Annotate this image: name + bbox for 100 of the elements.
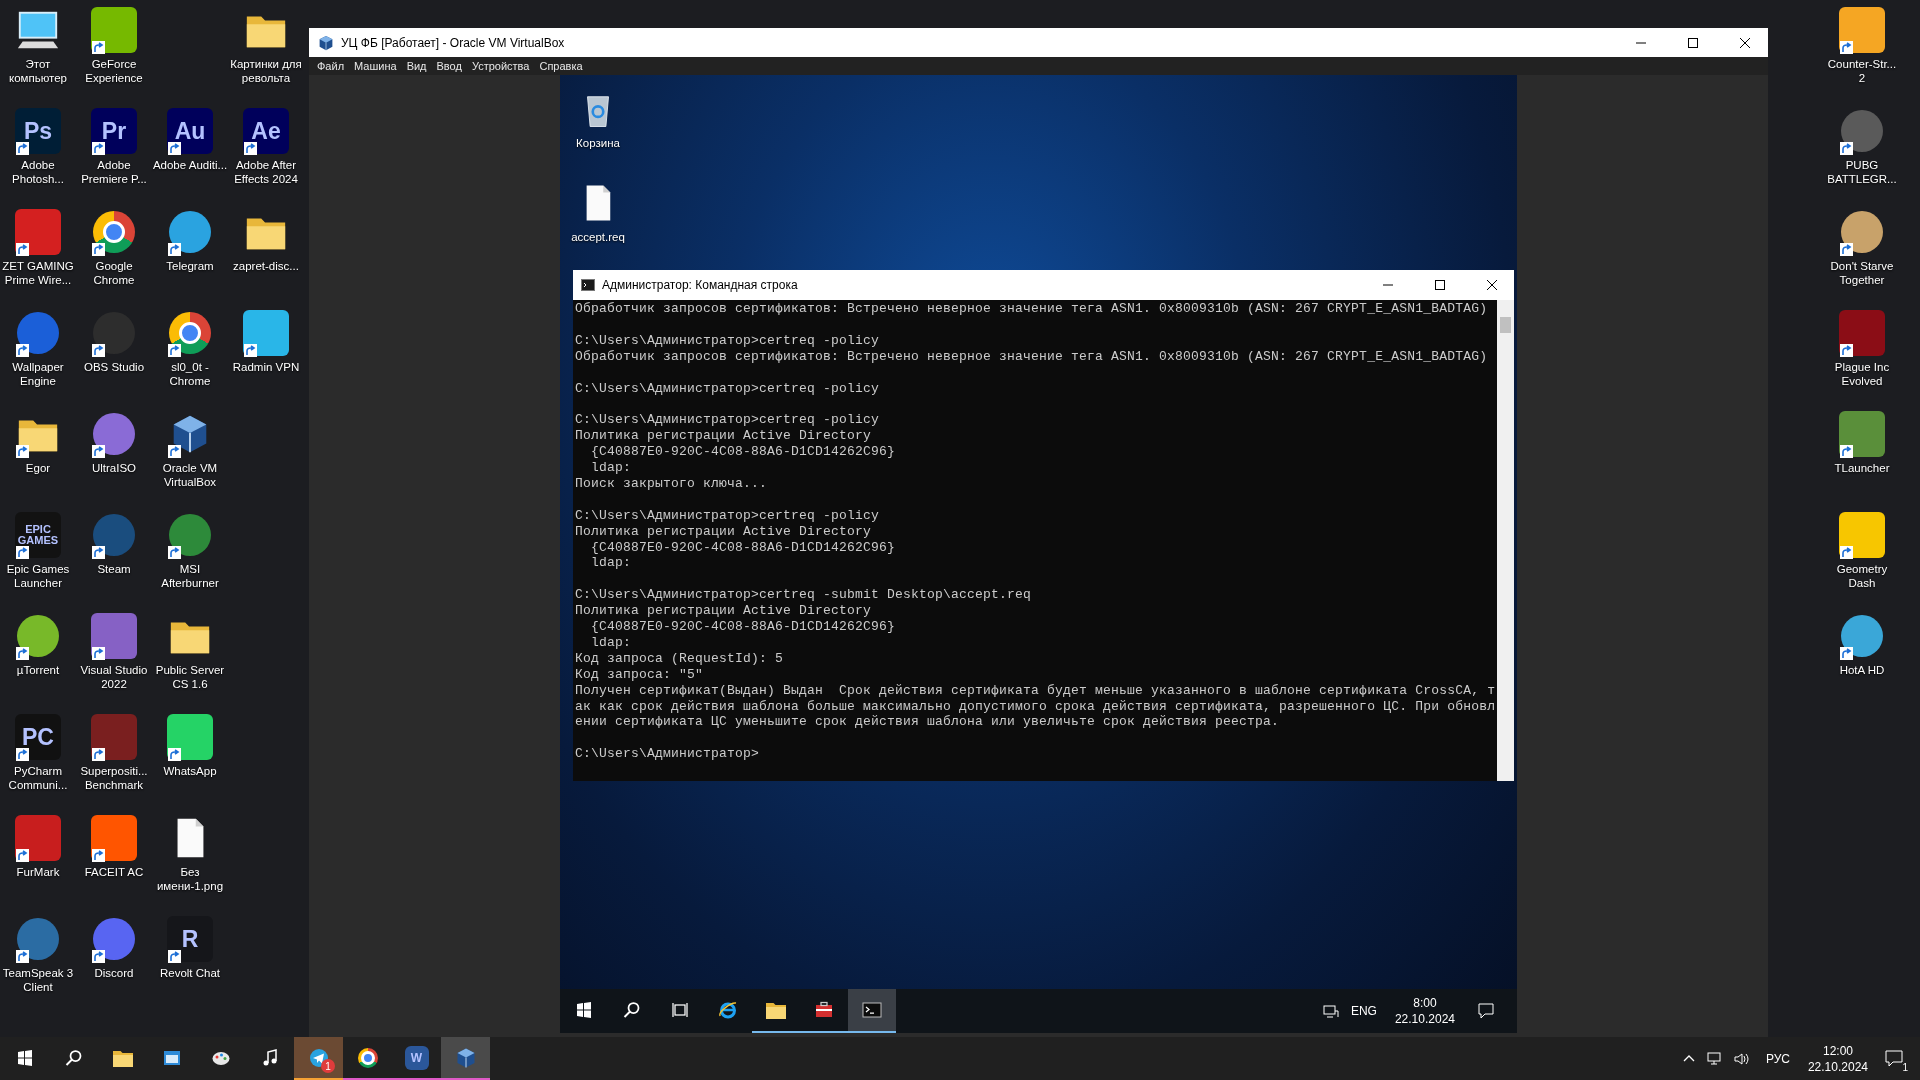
desktop-shortcut[interactable]: FurMark	[0, 808, 76, 909]
logo-text: Ae	[251, 119, 281, 143]
clock-date[interactable]: 22.10.2024	[1394, 1011, 1455, 1027]
desktop-shortcut[interactable]: µTorrent	[0, 606, 76, 707]
desktop-shortcut[interactable]: Oracle VM VirtualBox	[152, 404, 228, 505]
desktop-shortcut[interactable]: MSI Afterburner	[152, 505, 228, 606]
desktop-shortcut[interactable]: OBS Studio	[76, 303, 152, 404]
console-line: Код запроса: "5"	[575, 666, 705, 683]
console-line: ении сертификата ЦС уменьшите срок действия шаблона или увеличьте срок действия реестра.	[575, 714, 1281, 731]
scrollbar[interactable]	[1497, 300, 1514, 781]
menu-item[interactable]: Вид	[406, 60, 427, 72]
desktop-shortcut[interactable]: GeForce Experience	[76, 0, 152, 101]
console-line: {C40887E0-920C-4C08-88A6-D1CD14262C96}	[590, 619, 897, 635]
console-line: Код запроса (RequestId): 5	[575, 650, 785, 667]
console-line: C:\Users\Администратор>certreq -policy	[575, 412, 881, 429]
desktop-shortcut[interactable]: Ps Adobe Photosh...	[0, 101, 76, 202]
console-line: C:\Users\Администратор>certreq -policy	[575, 380, 881, 397]
taskbar-button[interactable]: 1	[294, 1037, 343, 1080]
unread-badge: 1	[321, 1059, 335, 1073]
desktop-shortcut[interactable]: Public Server CS 1.6	[152, 606, 228, 707]
desktop-shortcut[interactable]: TeamSpeak 3 Client	[0, 909, 76, 1010]
desktop-shortcut[interactable]: Visual Studio 2022	[76, 606, 152, 707]
notification-icon[interactable]	[1884, 1048, 1904, 1069]
menu-item[interactable]: Файл	[317, 60, 345, 72]
network-icon[interactable]	[1704, 1050, 1723, 1067]
desktop-shortcut[interactable]: Картинки для револьта	[228, 0, 304, 101]
console-line: Политика регистрации Active Directory	[575, 523, 873, 540]
menu-item[interactable]: Ввод	[436, 60, 462, 72]
clock-date[interactable]: 22.10.2024	[1807, 1058, 1868, 1075]
console-line: Политика регистрации Active Directory	[575, 603, 873, 620]
desktop-shortcut[interactable]: Don't Starve Together	[1824, 202, 1900, 303]
console-prompt: C:\Users\Администратор>	[575, 746, 761, 763]
desktop-shortcut[interactable]: Radmin VPN	[228, 303, 304, 404]
desktop-shortcut[interactable]: UltraISO	[76, 404, 152, 505]
console-line: ак как срок действия шаблона больше максимально допустимого срока действия сертификата, разрешенного ЦС. При обновл	[575, 698, 1497, 715]
desktop-shortcut[interactable]: Ae Adobe After Effects 2024	[228, 101, 304, 202]
menu-item[interactable]: Справка	[539, 60, 583, 72]
logo-text: EPIC GAMES	[16, 523, 60, 547]
desktop-shortcut[interactable]: Pr Adobe Premiere P...	[76, 101, 152, 202]
desktop-shortcut[interactable]: Egor	[0, 404, 76, 505]
desktop-shortcut[interactable]: Geometry Dash	[1824, 505, 1900, 606]
maximize-icon	[1687, 36, 1699, 49]
logo-text: Pr	[101, 119, 127, 143]
desktop-shortcut[interactable]: PUBG BATTLEGR...	[1824, 101, 1900, 202]
menu-item[interactable]: Устройства	[471, 60, 530, 72]
desktop-shortcut[interactable]: sl0_0t - Chrome	[152, 303, 228, 404]
console-line: ldap:	[590, 460, 632, 476]
close-icon	[1485, 279, 1498, 291]
desktop-shortcut[interactable]: TLauncher	[1824, 404, 1900, 505]
desktop-shortcut[interactable]: Этот компьютер	[0, 0, 76, 101]
logo-text: R	[181, 927, 199, 951]
logo-text: Ps	[23, 119, 53, 143]
desktop-shortcut[interactable]: EPIC GAMES Epic Games Launcher	[0, 505, 76, 606]
desktop-shortcut[interactable]: ZET GAMING Prime Wire...	[0, 202, 76, 303]
desktop-shortcut[interactable]: Wallpaper Engine	[0, 303, 76, 404]
desktop-shortcut[interactable]: FACEIT AC	[76, 808, 152, 909]
speaker-icon[interactable]	[1732, 1050, 1751, 1067]
desktop-shortcut[interactable]: Корзина	[560, 79, 636, 150]
desktop-shortcut[interactable]: Telegram	[152, 202, 228, 303]
logo-text: PC	[22, 725, 54, 749]
clock-time[interactable]: 8:00	[1413, 995, 1437, 1011]
console-line: C:\Users\Администратор>certreq -policy	[575, 332, 881, 349]
desktop-shortcut[interactable]: Counter-Str... 2	[1824, 0, 1900, 101]
language-indicator[interactable]: РУС	[1765, 1051, 1790, 1066]
window-title: Администратор: Командная строка	[602, 278, 798, 292]
clock-time[interactable]: 12:00	[1822, 1042, 1853, 1059]
desktop-shortcut[interactable]: Без имени-1.png	[152, 808, 228, 909]
desktop-shortcut[interactable]: HotA HD	[1824, 606, 1900, 707]
notification-icon[interactable]	[1477, 1002, 1495, 1020]
menu-item[interactable]: Машина	[354, 60, 397, 72]
console-line: ldap:	[590, 555, 632, 572]
console-line: Политика регистрации Active Directory	[575, 428, 873, 445]
desktop-shortcut[interactable]: WhatsApp	[152, 707, 228, 808]
console-line: Обработчик запросов сертификатов: Встречено неверное значение тега ASN1. 0x8009310b (ASN: 267 CRYPT_E_ASN1_BADTAG)	[575, 348, 1489, 365]
desktop-shortcut[interactable]: R Revolt Chat	[152, 909, 228, 1010]
logo-text: W	[410, 1051, 423, 1064]
console-line: C:\Users\Администратор>certreq -submit Desktop\accept.req	[575, 587, 1033, 604]
console-line: {C40887E0-920C-4C08-88A6-D1CD14262C96}	[590, 444, 897, 460]
desktop-shortcut[interactable]: Au Adobe Auditi...	[152, 101, 228, 202]
maximize-icon	[1433, 279, 1446, 291]
desktop-shortcut[interactable]: Superpositi... Benchmark	[76, 707, 152, 808]
desktop-shortcut[interactable]: zapret-disc...	[228, 202, 304, 303]
taskbar-button[interactable]	[848, 989, 896, 1033]
cube-icon	[317, 33, 335, 52]
desktop-shortcut[interactable]: Steam	[76, 505, 152, 606]
notification-count: 1	[1902, 1061, 1908, 1073]
desktop-shortcut[interactable]: Plague Inc Evolved	[1824, 303, 1900, 404]
logo-text: Au	[174, 119, 206, 143]
desktop-shortcut[interactable]: accept.req	[560, 173, 636, 244]
console-line: ldap:	[590, 634, 632, 651]
desktop-shortcut[interactable]: Discord	[76, 909, 152, 1010]
desktop-shortcut[interactable]: Google Chrome	[76, 202, 152, 303]
app-icon	[357, 1047, 378, 1068]
window-title: УЦ ФБ [Работает] - Oracle VM VirtualBox	[341, 35, 565, 50]
app-icon	[169, 312, 211, 354]
console-line: Обработчик запросов сертификатов: Встречено неверное значение тега ASN1. 0x8009310b (ASN: 267 CRYPT_E_ASN1_BADTAG)	[575, 301, 1489, 317]
close-icon	[1739, 36, 1751, 49]
network-icon[interactable]	[1322, 1003, 1339, 1019]
language-indicator[interactable]: ENG	[1350, 1004, 1377, 1018]
desktop-shortcut[interactable]: PC PyCharm Communi...	[0, 707, 76, 808]
